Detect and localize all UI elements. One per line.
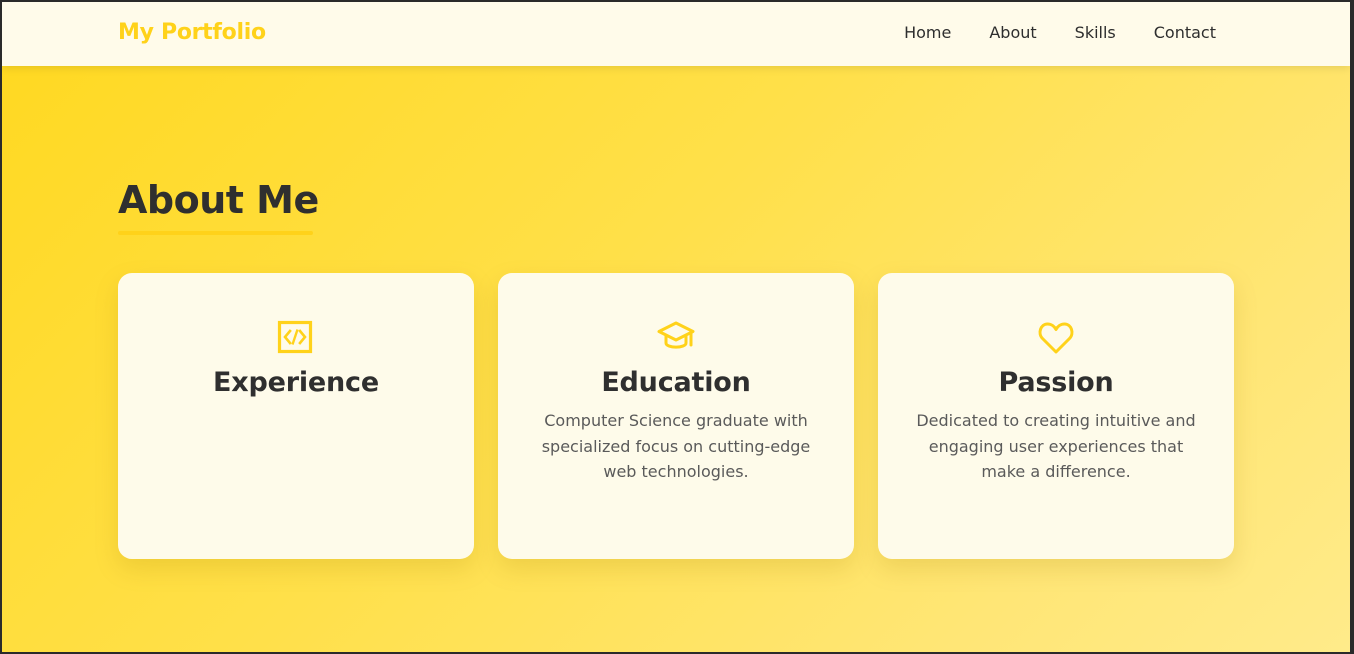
nav-item-about[interactable]: About [989,23,1036,42]
graduation-cap-icon [657,321,695,349]
section-title: About Me [118,178,319,222]
card-title: Education [601,367,751,398]
card-title: Experience [213,367,379,398]
nav-item-home[interactable]: Home [904,23,951,42]
card-experience: Experience [118,273,474,559]
code-icon [277,320,313,354]
page: My Portfolio Home About Skills Contact A… [0,0,1354,654]
card-education: Education Computer Science graduate with… [498,273,854,559]
title-underline [118,231,313,235]
card-passion: Passion Dedicated to creating intuitive … [878,273,1234,559]
nav-item-skills[interactable]: Skills [1075,23,1116,42]
about-cards: Experience Education Computer Science gr… [118,273,1234,559]
navbar: My Portfolio Home About Skills Contact [2,2,1350,66]
card-title: Passion [998,367,1114,398]
nav-item-contact[interactable]: Contact [1154,23,1216,42]
heart-icon [1038,322,1074,354]
main-nav: Home About Skills Contact [904,23,1216,42]
site-logo[interactable]: My Portfolio [118,20,266,45]
card-text: Dedicated to creating intuitive and enga… [916,411,1196,481]
card-text: Computer Science graduate with specializ… [541,411,811,481]
